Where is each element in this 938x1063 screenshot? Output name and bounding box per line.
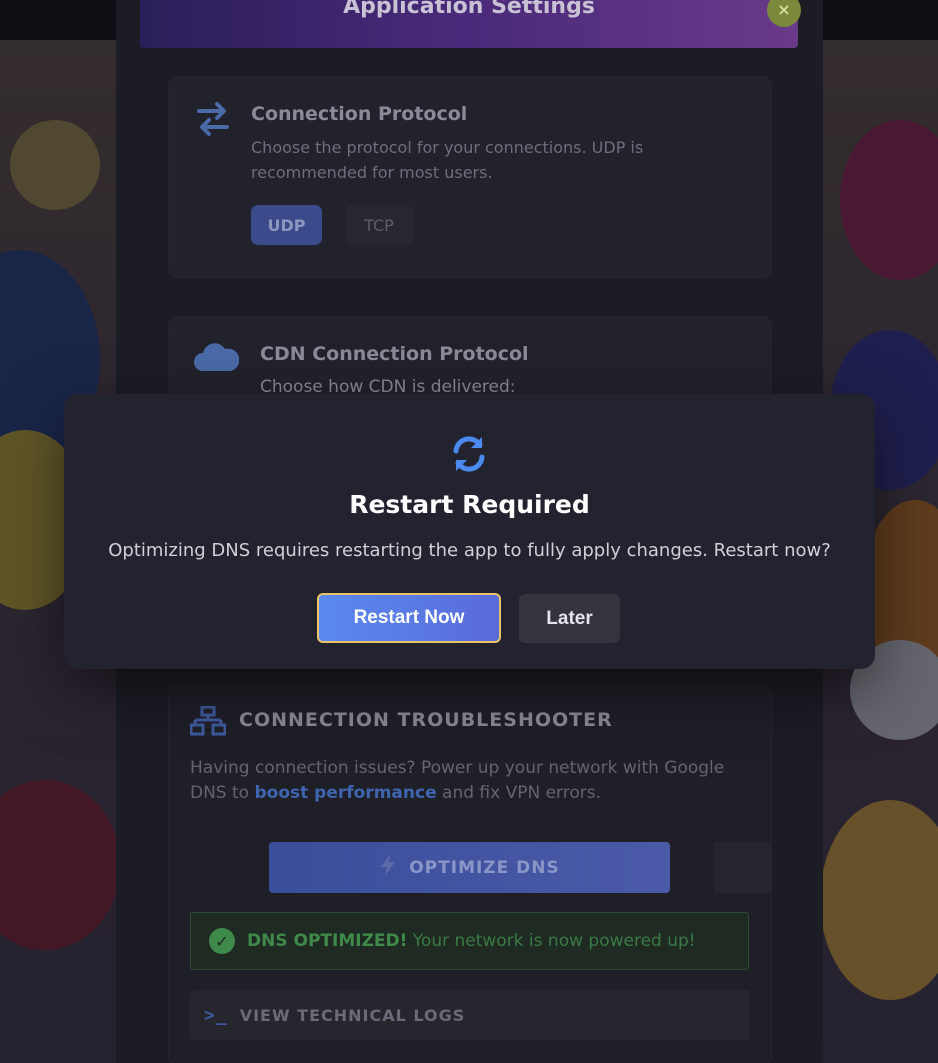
protocol-title: Connection Protocol xyxy=(251,103,468,125)
cdn-title: CDN Connection Protocol xyxy=(260,343,529,365)
success-heading: DNS OPTIMIZED! xyxy=(247,931,408,951)
swap-arrows-icon xyxy=(193,99,233,139)
network-icon xyxy=(189,705,227,736)
troubleshooter-title: CONNECTION TROUBLESHOOTER xyxy=(239,709,613,731)
refresh-icon xyxy=(449,434,489,474)
panel-title: Application Settings xyxy=(343,0,595,19)
modal-message: Optimizing DNS requires restarting the a… xyxy=(108,540,831,561)
troubleshooter-desc-end: and fix VPN errors. xyxy=(436,783,602,803)
close-button[interactable]: × xyxy=(767,0,801,27)
optimize-dns-label: OPTIMIZE DNS xyxy=(409,857,560,878)
success-text: Your network is now powered up! xyxy=(412,931,696,951)
secondary-action-edge xyxy=(714,842,772,893)
tcp-option-button[interactable]: TCP xyxy=(345,205,413,245)
protocol-description: Choose the protocol for your connections… xyxy=(251,138,644,182)
panel-header: Application Settings × xyxy=(140,0,801,48)
connection-protocol-card: Connection Protocol Choose the protocol … xyxy=(168,76,772,278)
boost-performance-link[interactable]: boost performance xyxy=(254,783,436,803)
dns-success-banner: ✓ DNS OPTIMIZED! Your network is now pow… xyxy=(190,912,749,970)
restart-modal: Restart Required Optimizing DNS requires… xyxy=(64,394,875,669)
troubleshooter-description: Having connection issues? Power up your … xyxy=(190,756,750,806)
optimize-dns-button[interactable]: OPTIMIZE DNS xyxy=(269,842,670,893)
view-logs-label: VIEW TECHNICAL LOGS xyxy=(239,1005,466,1025)
modal-title: Restart Required xyxy=(349,490,590,519)
check-circle-icon: ✓ xyxy=(209,928,235,954)
view-logs-button[interactable]: >_ VIEW TECHNICAL LOGS xyxy=(190,990,750,1040)
restart-now-button[interactable]: Restart Now xyxy=(317,593,501,643)
cloud-icon xyxy=(193,339,240,375)
later-button[interactable]: Later xyxy=(519,594,620,643)
lightning-icon xyxy=(379,853,397,882)
udp-option-button[interactable]: UDP xyxy=(251,205,322,245)
terminal-icon: >_ xyxy=(204,1004,228,1026)
